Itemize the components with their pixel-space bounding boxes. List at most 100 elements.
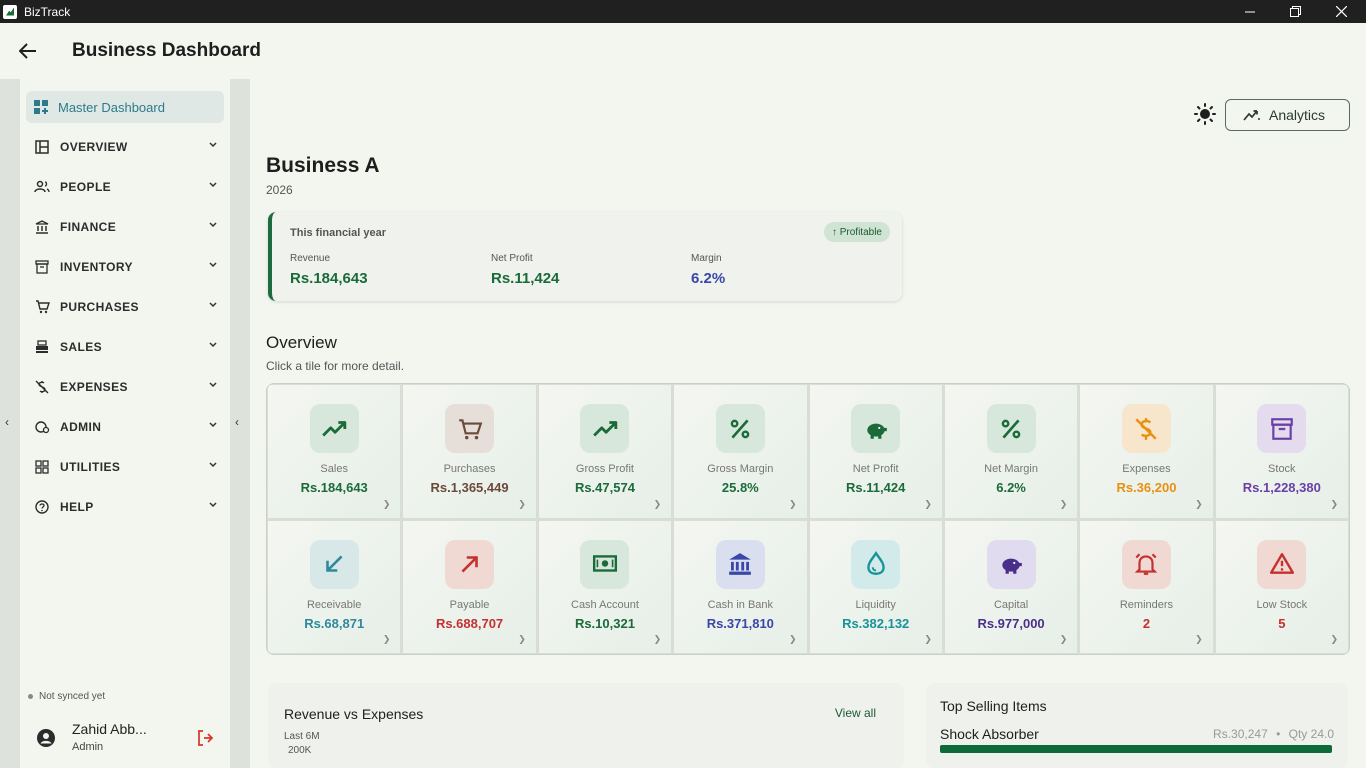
overview-tile-expenses[interactable]: Expenses Rs.36,200 ❯ — [1080, 385, 1213, 518]
overview-tile-stock[interactable]: Stock Rs.1,228,380 ❯ — [1215, 385, 1348, 518]
sidebar-item-master-dashboard[interactable]: Master Dashboard — [26, 91, 224, 123]
sidebar-item-label: UTILITIES — [60, 460, 121, 474]
chevron-down-icon — [209, 382, 217, 388]
chevron-right-icon: ❯ — [518, 634, 526, 644]
overview-tile-payable[interactable]: Payable Rs.688,707 ❯ — [403, 520, 536, 653]
admin-icon — [34, 419, 50, 435]
sync-status-text: Not synced yet — [39, 691, 106, 702]
tile-icon-box — [1257, 404, 1307, 453]
minimize-button[interactable] — [1227, 0, 1273, 23]
archive-icon — [1270, 417, 1293, 440]
sun-icon[interactable] — [1194, 103, 1216, 125]
sidebar-item-inventory[interactable]: INVENTORY — [34, 253, 224, 281]
sidebar-item-people[interactable]: PEOPLE — [34, 173, 224, 201]
stat-value: Rs.184,643 — [290, 270, 368, 287]
status-dot — [28, 694, 33, 699]
overview-tile-cash-account[interactable]: Cash Account Rs.10,321 ❯ — [538, 520, 672, 653]
sidebar-collapse-strip[interactable]: ‹ — [230, 79, 250, 768]
overview-tile-low-stock[interactable]: Low Stock 5 ❯ — [1215, 520, 1348, 653]
overview-tile-purchases[interactable]: Purchases Rs.1,365,449 ❯ — [403, 385, 536, 518]
axis-tick-label: 200K — [288, 745, 312, 756]
tile-label: Cash in Bank — [707, 598, 774, 611]
tile-label: Net Margin — [984, 463, 1038, 475]
overview-tile-sales[interactable]: Sales Rs.184,643 ❯ — [268, 385, 401, 518]
top-item-name[interactable]: Shock Absorber — [940, 726, 1039, 742]
sidebar-item-finance[interactable]: FINANCE — [34, 213, 224, 241]
trend-up-icon — [593, 420, 618, 436]
tile-value: 5 — [1278, 615, 1286, 631]
archive-icon — [34, 259, 50, 275]
tile-value: Rs.184,643 — [300, 480, 368, 495]
app-title: BizTrack — [24, 4, 71, 19]
analytics-label: Analytics — [1269, 107, 1326, 123]
left-collapse-strip[interactable]: ‹ — [0, 79, 20, 768]
sidebar-item-admin[interactable]: ADMIN — [34, 413, 224, 441]
tile-label: Net Profit — [852, 463, 899, 475]
top-selling-card: Top Selling Items Shock Absorber Rs.30,2… — [926, 683, 1348, 768]
overview-tile-grid: Sales Rs.184,643 ❯ Purchases Rs.1,365,44… — [266, 383, 1350, 655]
margin-stat: Margin 6.2% — [691, 253, 725, 287]
chevron-right-icon: ❯ — [1330, 634, 1338, 644]
sidebar: Master Dashboard OVERVIEW PEOPLE FINANCE… — [20, 79, 230, 768]
overview-tile-net-margin[interactable]: Net Margin 6.2% ❯ — [944, 385, 1078, 518]
people-icon — [34, 179, 50, 195]
sidebar-item-help[interactable]: HELP — [34, 493, 224, 521]
logout-icon[interactable] — [196, 729, 214, 747]
sync-status: Not synced yet — [28, 691, 105, 702]
help-icon — [34, 499, 50, 515]
business-name: Business A — [266, 154, 380, 177]
overview-tile-net-profit[interactable]: Net Profit Rs.11,424 ❯ — [809, 385, 942, 518]
sidebar-item-overview[interactable]: OVERVIEW — [34, 133, 224, 161]
stat-label: Net Profit — [491, 253, 533, 264]
section-subtitle: Click a tile for more detail. — [266, 359, 405, 373]
card-title: Top Selling Items — [940, 698, 1047, 714]
layout-icon — [34, 139, 50, 155]
tile-icon-box — [986, 404, 1036, 453]
app-logo-icon — [3, 4, 17, 19]
chevron-right-icon: ❯ — [1195, 634, 1203, 644]
back-button[interactable] — [14, 37, 42, 65]
tile-label: Capital — [993, 598, 1029, 611]
tile-value: Rs.977,000 — [977, 615, 1045, 631]
title-bar: BizTrack — [0, 0, 1366, 23]
top-item-value: Rs.30,247 — [1213, 727, 1268, 741]
chevron-right-icon: ❯ — [924, 634, 932, 644]
overview-tile-reminders[interactable]: Reminders 2 ❯ — [1080, 520, 1213, 653]
cash-icon — [592, 555, 617, 572]
tile-icon-box — [580, 539, 630, 589]
chevron-down-icon — [209, 142, 217, 148]
overview-tile-cash-in-bank[interactable]: Cash in Bank Rs.371,810 ❯ — [674, 520, 807, 653]
sidebar-item-utilities[interactable]: UTILITIES — [34, 453, 224, 481]
sidebar-item-purchases[interactable]: PURCHASES — [34, 293, 224, 321]
analytics-button[interactable]: Analytics — [1225, 99, 1350, 131]
overview-tile-gross-margin[interactable]: Gross Margin 25.8% ❯ — [674, 385, 807, 518]
sidebar-item-label: PEOPLE — [60, 180, 112, 194]
tile-value: Rs.382,132 — [842, 615, 910, 631]
money-off-icon — [34, 379, 50, 395]
sidebar-item-label: EXPENSES — [60, 380, 128, 394]
stat-value: 6.2% — [691, 270, 726, 287]
tile-value: Rs.11,424 — [846, 480, 906, 495]
tile-icon-box — [1257, 539, 1307, 589]
sidebar-item-label: OVERVIEW — [60, 140, 128, 154]
overview-tile-liquidity[interactable]: Liquidity Rs.382,132 ❯ — [809, 520, 942, 653]
arrow-down-left-icon — [326, 555, 343, 572]
overview-tile-gross-profit[interactable]: Gross Profit Rs.47,574 ❯ — [538, 385, 672, 518]
net-profit-stat: Net Profit Rs.11,424 — [491, 253, 559, 287]
close-window-button[interactable] — [1318, 0, 1364, 23]
tile-value: Rs.68,871 — [304, 615, 365, 631]
sidebar-item-sales[interactable]: SALES — [34, 333, 224, 361]
overview-tile-capital[interactable]: Capital Rs.977,000 ❯ — [944, 520, 1078, 653]
card-title: Revenue vs Expenses — [284, 706, 424, 722]
chevron-right-icon: ❯ — [518, 498, 526, 509]
view-all-link[interactable]: View all — [835, 706, 876, 720]
maximize-button[interactable] — [1272, 0, 1318, 23]
overview-tile-receivable[interactable]: Receivable Rs.68,871 ❯ — [268, 520, 401, 653]
apps-icon — [34, 459, 50, 475]
chevron-right-icon: ❯ — [788, 498, 797, 509]
chevron-right-icon: ❯ — [1195, 498, 1203, 509]
business-year: 2026 — [266, 183, 293, 197]
sidebar-item-expenses[interactable]: EXPENSES — [34, 373, 224, 401]
bank-icon — [34, 219, 50, 235]
account-circle-icon — [37, 729, 55, 747]
